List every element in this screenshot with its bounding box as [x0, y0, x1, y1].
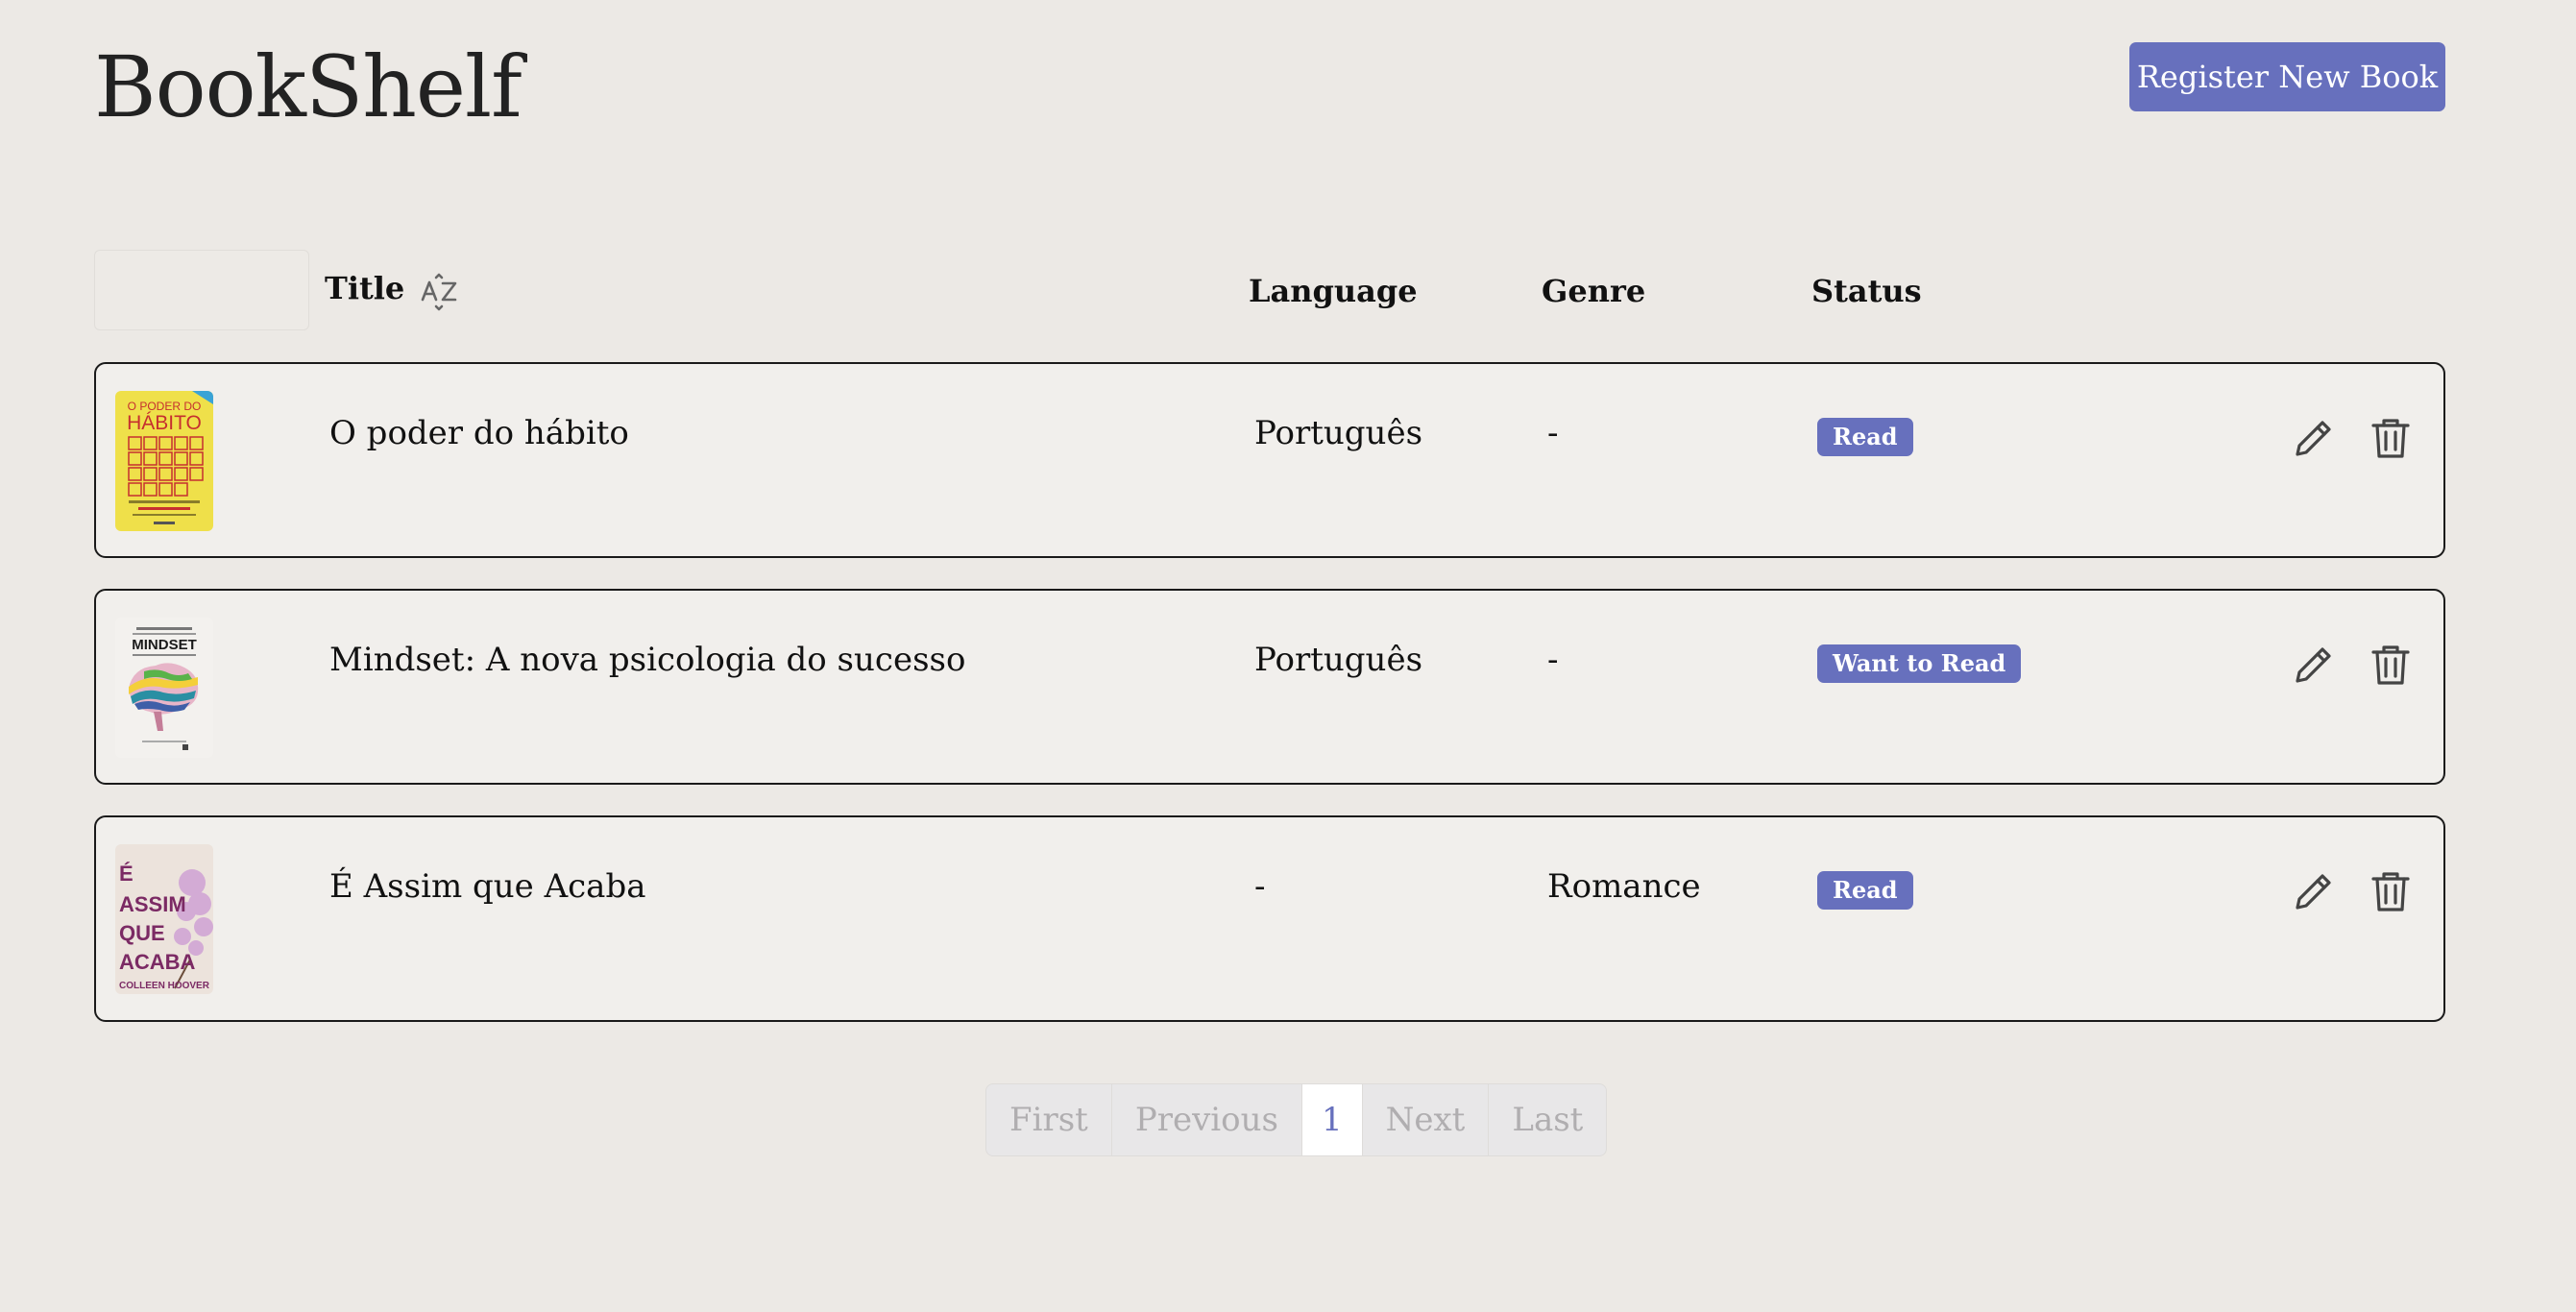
book-cover: É ASSIM QUE ACABA COLLEEN HOOVER	[115, 844, 213, 994]
cover-text-2: HÁBITO	[127, 412, 202, 434]
status-badge: Read	[1817, 418, 1913, 456]
book-language: Português	[1254, 414, 1423, 452]
bookshelf-app: BookShelf Register New Book Title Langua…	[0, 0, 2576, 1312]
cover-text-4: ACABA	[119, 950, 196, 974]
cover-text-1: É	[119, 862, 134, 886]
book-genre: -	[1547, 641, 1559, 679]
cover-text-5: COLLEEN HOOVER	[119, 981, 210, 991]
table-row: É ASSIM QUE ACABA COLLEEN HOOVER É Assim…	[94, 815, 2445, 1022]
status-badge: Want to Read	[1817, 644, 2022, 683]
cover-text-3: QUE	[119, 921, 165, 945]
sort-alpha-icon[interactable]	[419, 271, 465, 313]
book-title: Mindset: A nova psicologia do sucesso	[329, 641, 966, 679]
book-cover: MINDSET	[115, 618, 213, 758]
edit-pencil-icon[interactable]	[2288, 865, 2340, 917]
pagination-page-1-button[interactable]: 1	[1302, 1084, 1363, 1155]
book-title: É Assim que Acaba	[329, 867, 646, 906]
book-language: -	[1254, 867, 1266, 906]
pagination-next-button[interactable]: Next	[1363, 1084, 1490, 1155]
book-genre: -	[1547, 414, 1559, 452]
header-status: Status	[1811, 273, 1922, 309]
header-cover-cell	[94, 250, 309, 330]
book-language: Português	[1254, 641, 1423, 679]
header-language: Language	[1249, 273, 1418, 309]
book-cover: O PODER DO HÁBITO	[115, 391, 213, 531]
pagination-previous-button[interactable]: Previous	[1112, 1084, 1302, 1155]
page-title: BookShelf	[94, 37, 522, 136]
trash-icon[interactable]	[2365, 412, 2417, 464]
book-title: O poder do hábito	[329, 414, 629, 452]
trash-icon[interactable]	[2365, 865, 2417, 917]
book-genre: Romance	[1547, 867, 1701, 906]
table-row: MINDSET Mindset: A nova psicologia do su…	[94, 589, 2445, 785]
register-new-book-button[interactable]: Register New Book	[2129, 42, 2445, 111]
pagination: First Previous 1 Next Last	[985, 1083, 1608, 1156]
status-badge: Read	[1817, 871, 1913, 910]
header-genre: Genre	[1542, 273, 1646, 309]
header-title: Title	[325, 270, 405, 306]
pagination-last-button[interactable]: Last	[1489, 1084, 1606, 1155]
cover-text-1: MINDSET	[132, 637, 197, 653]
table-row: O PODER DO HÁBITO O poder do hábito Port…	[94, 362, 2445, 558]
edit-pencil-icon[interactable]	[2288, 412, 2340, 464]
cover-text-1: O PODER DO	[128, 400, 202, 413]
trash-icon[interactable]	[2365, 639, 2417, 691]
cover-text-2: ASSIM	[119, 892, 186, 916]
pagination-first-button[interactable]: First	[986, 1084, 1112, 1155]
edit-pencil-icon[interactable]	[2288, 639, 2340, 691]
